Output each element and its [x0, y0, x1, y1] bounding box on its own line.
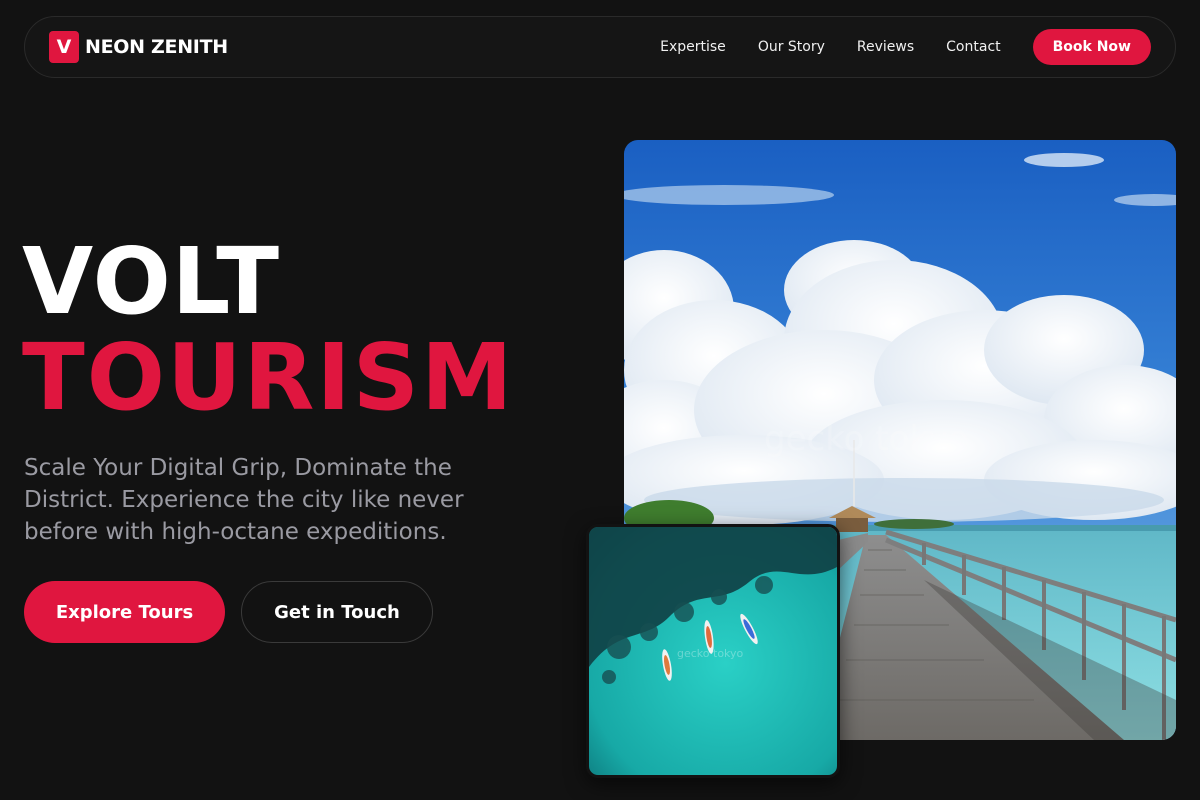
aerial-boats-photo: gecko tokyo: [589, 527, 837, 775]
book-now-button[interactable]: Book Now: [1032, 29, 1151, 65]
nav-link-reviews[interactable]: Reviews: [857, 39, 914, 55]
nav-links: Expertise Our Story Reviews Contact Book…: [660, 29, 1151, 65]
hero-subtitle: Scale Your Digital Grip, Dominate the Di…: [24, 455, 464, 545]
get-in-touch-button[interactable]: Get in Touch: [241, 581, 433, 643]
hero-title-line1: VOLT: [22, 228, 280, 335]
explore-tours-button[interactable]: Explore Tours: [24, 581, 225, 643]
brand-logo-icon: V: [49, 31, 79, 63]
main-image-watermark: gecko tokyo: [764, 419, 969, 459]
nav-link-expertise[interactable]: Expertise: [660, 39, 726, 55]
top-navbar: V NEON ZENITH Expertise Our Story Review…: [24, 16, 1176, 78]
hero-image-aerial-boats: gecko tokyo: [586, 524, 840, 778]
nav-link-contact[interactable]: Contact: [946, 39, 1000, 55]
brand-logo-letter: V: [56, 36, 72, 58]
brand[interactable]: V NEON ZENITH: [49, 31, 228, 63]
nav-link-our-story[interactable]: Our Story: [758, 39, 825, 55]
inset-image-watermark: gecko tokyo: [677, 647, 744, 660]
brand-name: NEON ZENITH: [85, 36, 228, 58]
hero-title-line2: TOURISM: [22, 324, 515, 431]
